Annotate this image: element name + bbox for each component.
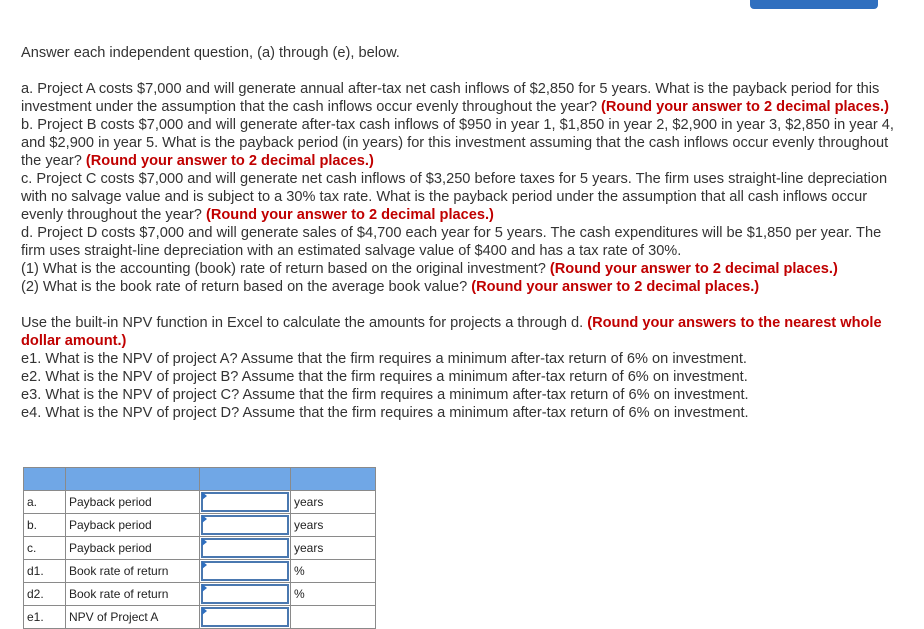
- question-e3: e3. What is the NPV of project C? Assume…: [21, 387, 749, 403]
- row-id: a.: [23, 490, 66, 514]
- header-cell: [199, 467, 291, 491]
- top-action-button[interactable]: [750, 0, 878, 9]
- row-id: d1.: [23, 559, 66, 583]
- question-content: Answer each independent question, (a) th…: [21, 44, 901, 422]
- answer-cell: [199, 582, 291, 606]
- row-unit: %: [290, 559, 376, 583]
- row-label: Payback period: [65, 536, 200, 560]
- row-id: b.: [23, 513, 66, 537]
- answer-cell: [199, 536, 291, 560]
- row-unit: %: [290, 582, 376, 606]
- header-cell: [23, 467, 66, 491]
- row-unit: years: [290, 490, 376, 514]
- question-e1: e1. What is the NPV of project A? Assume…: [21, 351, 747, 367]
- question-e4: e4. What is the NPV of project D? Assume…: [21, 405, 749, 421]
- row-id: c.: [23, 536, 66, 560]
- header-cell: [290, 467, 376, 491]
- table-header-row: [23, 467, 376, 491]
- question-d1: (1) What is the accounting (book) rate o…: [21, 261, 838, 277]
- answer-input-d1[interactable]: [201, 561, 289, 581]
- table-row: d1. Book rate of return %: [23, 559, 376, 583]
- input-marker-icon: [202, 492, 207, 500]
- answer-input-b[interactable]: [201, 515, 289, 535]
- question-e: Use the built-in NPV function in Excel t…: [21, 315, 882, 349]
- answer-cell: [199, 490, 291, 514]
- intro-text: Answer each independent question, (a) th…: [21, 45, 400, 61]
- row-label: Book rate of return: [65, 559, 200, 583]
- question-a: a. Project A costs $7,000 and will gener…: [21, 81, 889, 115]
- question-d: d. Project D costs $7,000 and will gener…: [21, 225, 882, 259]
- row-unit: years: [290, 536, 376, 560]
- answer-input-e1[interactable]: [201, 607, 289, 627]
- question-b: b. Project B costs $7,000 and will gener…: [21, 117, 894, 169]
- table-row: b. Payback period years: [23, 513, 376, 537]
- row-label: NPV of Project A: [65, 605, 200, 629]
- row-id: e1.: [23, 605, 66, 629]
- answer-input-a[interactable]: [201, 492, 289, 512]
- table-row: a. Payback period years: [23, 490, 376, 514]
- row-label: Book rate of return: [65, 582, 200, 606]
- input-marker-icon: [202, 584, 207, 592]
- answer-cell: [199, 559, 291, 583]
- answer-cell: [199, 513, 291, 537]
- table-row: c. Payback period years: [23, 536, 376, 560]
- row-unit: [290, 605, 376, 629]
- answer-table: a. Payback period years b. Payback perio…: [23, 467, 376, 629]
- header-cell: [65, 467, 200, 491]
- answer-input-d2[interactable]: [201, 584, 289, 604]
- question-e2: e2. What is the NPV of project B? Assume…: [21, 369, 748, 385]
- input-marker-icon: [202, 561, 207, 569]
- row-label: Payback period: [65, 513, 200, 537]
- answer-input-c[interactable]: [201, 538, 289, 558]
- input-marker-icon: [202, 607, 207, 615]
- input-marker-icon: [202, 538, 207, 546]
- row-unit: years: [290, 513, 376, 537]
- question-c: c. Project C costs $7,000 and will gener…: [21, 171, 888, 223]
- table-row: e1. NPV of Project A: [23, 605, 376, 629]
- question-d2: (2) What is the book rate of return base…: [21, 279, 760, 295]
- row-id: d2.: [23, 582, 66, 606]
- table-row: d2. Book rate of return %: [23, 582, 376, 606]
- row-label: Payback period: [65, 490, 200, 514]
- input-marker-icon: [202, 515, 207, 523]
- answer-cell: [199, 605, 291, 629]
